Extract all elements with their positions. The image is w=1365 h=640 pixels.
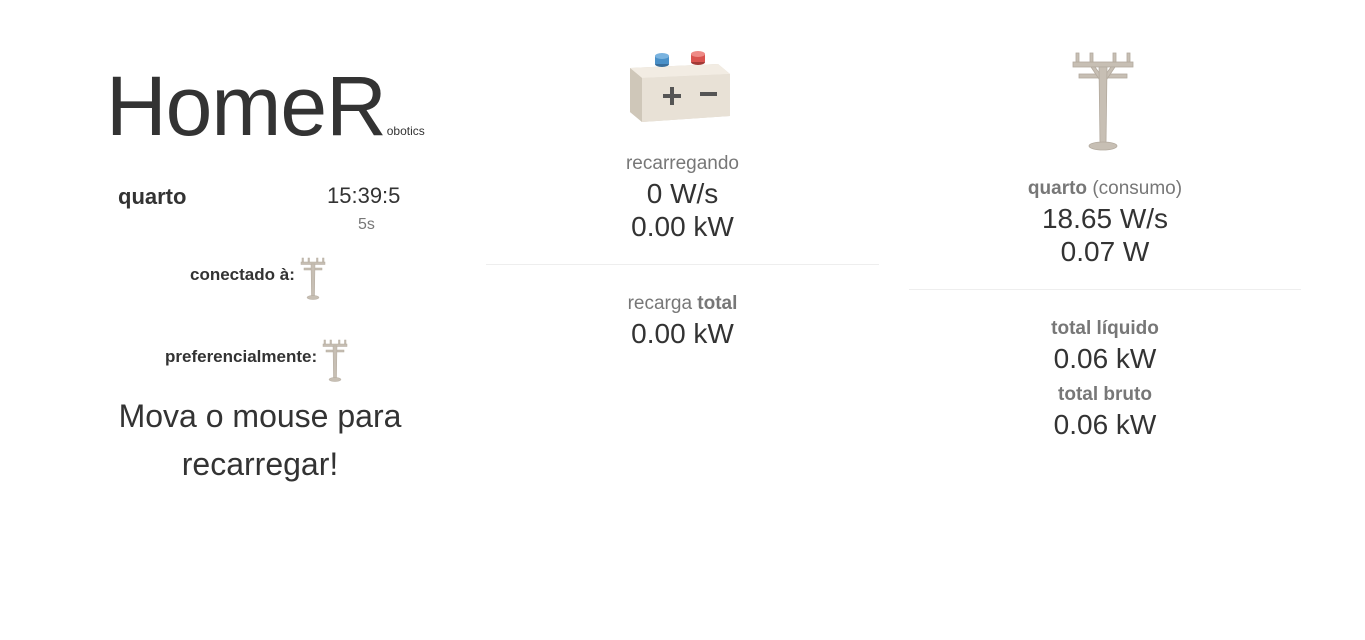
gross-total-label: total bruto [1058, 384, 1152, 405]
battery-icon [628, 50, 732, 131]
brand-subtitle: obotics [386, 124, 425, 138]
net-total-value: 0.06 kW [1053, 343, 1157, 374]
recharge-label-bold: total [697, 293, 738, 314]
brand-logo: HomeRobotics [106, 58, 425, 155]
brand-name: HomeR [106, 59, 387, 153]
battery-status: recarregando [625, 153, 740, 174]
power-pole-icon [1071, 50, 1135, 157]
consumption-suffix: (consumo) [1092, 178, 1183, 199]
recharge-total-value: 0.00 kW [631, 318, 734, 349]
consumption-rate: 18.65 W/s [1041, 203, 1169, 234]
connected-label: conectado à: [190, 265, 295, 284]
connected-to: conectado à: [190, 256, 327, 305]
consumption-title: quarto (consumo) [909, 178, 1301, 200]
preferred-label: preferencialmente: [165, 347, 318, 366]
clock-seconds: 5s [358, 216, 375, 233]
recharge-total-label: recarga total [486, 293, 879, 315]
net-total-label: total líquido [1051, 318, 1159, 339]
battery-power: 0.00 kW [631, 211, 734, 242]
power-pole-icon[interactable] [299, 256, 327, 305]
consumption-room: quarto [1027, 178, 1088, 199]
room-name: quarto [118, 184, 187, 209]
clock: 15:39:5 [327, 183, 401, 208]
divider [909, 289, 1301, 290]
recharge-message: Mova o mouse para recarregar! [118, 398, 402, 482]
gross-total-value: 0.06 kW [1053, 409, 1157, 440]
recharge-label-prefix: recarga [627, 293, 693, 314]
consumption-power: 0.07 W [1060, 236, 1150, 267]
divider [486, 264, 879, 265]
preferred-source: preferencialmente: [165, 338, 349, 387]
battery-rate: 0 W/s [646, 178, 719, 209]
power-pole-icon[interactable] [321, 338, 349, 387]
